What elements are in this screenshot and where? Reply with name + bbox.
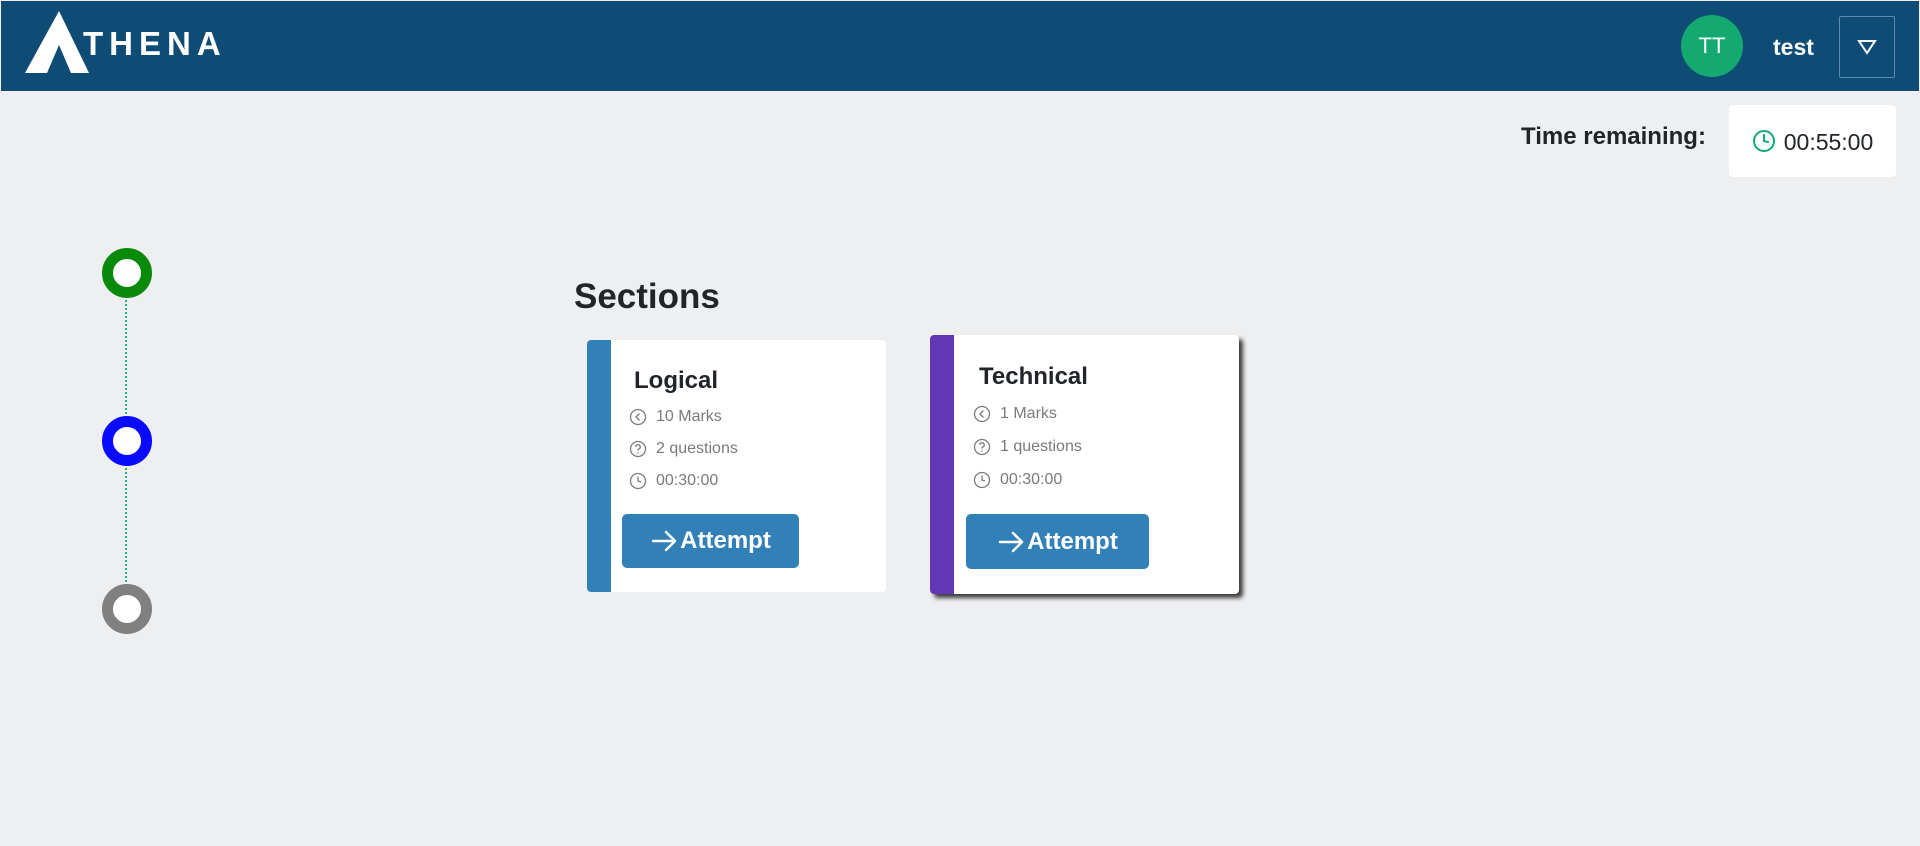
chevron-circle-icon [629, 408, 647, 426]
arrow-right-icon [998, 531, 1024, 552]
username-label: test [1773, 34, 1814, 60]
timer-box: 00:55:00 [1729, 105, 1896, 177]
card-questions-text: 2 questions [656, 440, 738, 457]
card-accent-bar [587, 340, 611, 592]
page-title: Sections [574, 277, 720, 316]
attempt-button-label: Attempt [680, 527, 771, 554]
card-duration: 00:30:00 [973, 471, 1062, 489]
attempt-button[interactable]: Attempt [622, 514, 799, 568]
stepper-step-active[interactable] [102, 416, 152, 466]
chevron-circle-icon [973, 405, 991, 423]
card-marks: 10 Marks [629, 408, 722, 426]
card-accent-bar [930, 335, 954, 594]
top-navbar: THENA TT test [1, 1, 1919, 91]
stepper-connector [125, 464, 127, 586]
logo-a-icon [25, 11, 89, 73]
question-circle-icon [973, 438, 991, 456]
section-card-technical: Technical 1 Marks 1 questions 00:30:00 A… [930, 335, 1239, 594]
card-duration: 00:30:00 [629, 472, 718, 490]
card-title: Logical [634, 367, 719, 394]
card-questions: 1 questions [973, 438, 1082, 456]
avatar[interactable]: TT [1681, 15, 1743, 77]
card-duration-text: 00:30:00 [1000, 471, 1063, 488]
section-card-logical: Logical 10 Marks 2 questions 00:30:00 At… [587, 340, 886, 592]
athena-logo[interactable]: THENA [25, 11, 227, 73]
clock-icon [973, 471, 991, 489]
card-marks-text: 1 Marks [1000, 405, 1057, 422]
attempt-button[interactable]: Attempt [966, 514, 1149, 569]
stepper-connector [125, 296, 127, 418]
question-circle-icon [629, 440, 647, 458]
clock-icon [1752, 130, 1775, 152]
time-remaining-label: Time remaining: [1521, 123, 1706, 150]
stepper-step-completed[interactable] [102, 248, 152, 298]
stepper-step-pending[interactable] [102, 584, 152, 634]
logo-text: THENA [83, 25, 227, 62]
card-questions-text: 1 questions [1000, 438, 1082, 455]
arrow-right-icon [651, 530, 677, 552]
card-marks: 1 Marks [973, 405, 1057, 423]
card-questions: 2 questions [629, 440, 738, 458]
timer-value: 00:55:00 [1783, 128, 1874, 155]
card-marks-text: 10 Marks [656, 408, 722, 425]
attempt-button-label: Attempt [1027, 527, 1118, 555]
user-menu-dropdown-button[interactable] [1839, 16, 1895, 78]
card-duration-text: 00:30:00 [656, 472, 719, 489]
card-title: Technical [979, 363, 1088, 390]
triangle-down-icon [1857, 40, 1877, 55]
clock-icon [629, 472, 647, 490]
